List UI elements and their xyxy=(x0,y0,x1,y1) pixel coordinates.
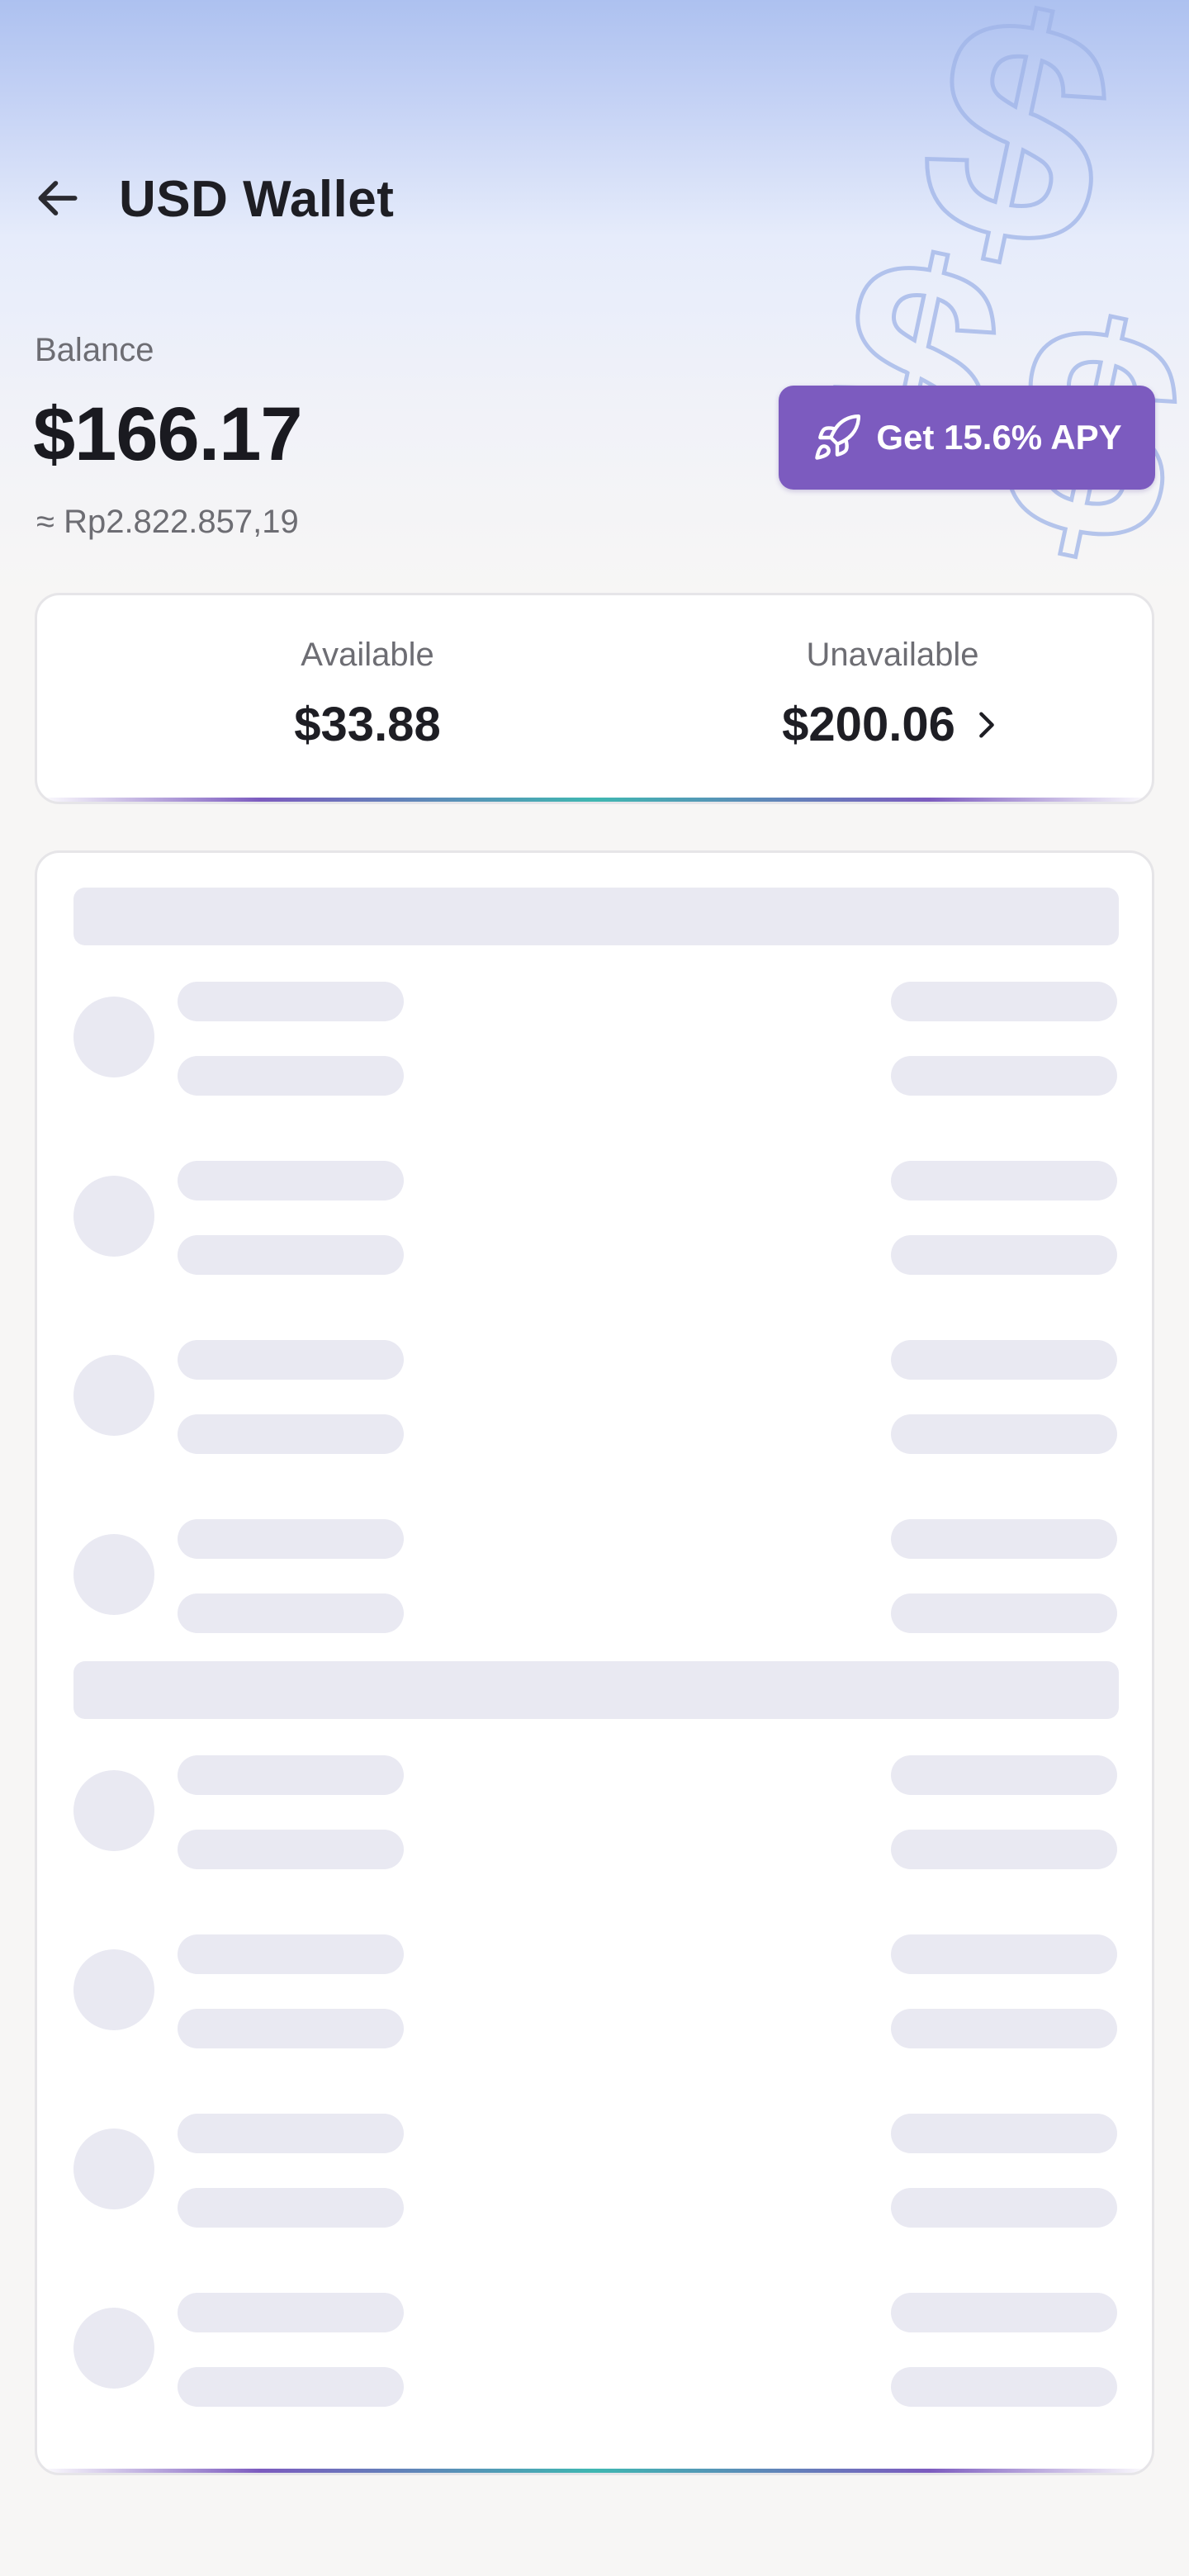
skeleton-subtitle-bar xyxy=(178,1056,404,1096)
top-app-bar: USD Wallet xyxy=(0,149,1189,256)
skeleton-date-bar xyxy=(891,1830,1117,1869)
skeleton-date-bar xyxy=(891,1235,1117,1275)
skeleton-title-bar xyxy=(178,1755,404,1795)
skeleton-subtitle-bar xyxy=(178,1414,404,1454)
get-apy-button[interactable]: Get 15.6% APY xyxy=(779,386,1155,490)
balance-converted-amount: ≈ Rp2.822.857,19 xyxy=(36,504,299,540)
skeleton-amount-bar xyxy=(891,1755,1117,1795)
skeleton-amount-bar xyxy=(891,1340,1117,1380)
skeleton-avatar xyxy=(73,1176,154,1257)
available-value-row: $33.88 xyxy=(294,697,440,752)
skeleton-amount-bar xyxy=(891,982,1117,1021)
card-accent-line xyxy=(37,2469,1152,2473)
available-value: $33.88 xyxy=(294,698,441,751)
skeleton-title-bar xyxy=(178,982,404,1021)
skeleton-subtitle-bar xyxy=(178,2009,404,2048)
chevron-right-icon xyxy=(978,712,994,737)
skeleton-amount-bar xyxy=(891,1934,1117,1974)
skeleton-subtitle-bar xyxy=(178,2367,404,2407)
skeleton-title-bar xyxy=(178,2293,404,2332)
unavailable-value-row: $200.06 xyxy=(782,697,1003,752)
skeleton-date-bar xyxy=(891,2367,1117,2407)
skeleton-amount-bar xyxy=(891,2114,1117,2153)
skeleton-subtitle-bar xyxy=(178,1830,404,1869)
card-accent-line xyxy=(37,798,1152,802)
skeleton-date-bar xyxy=(891,2009,1117,2048)
dollar-sign-decoration-icon: $ $ $ xyxy=(809,0,1189,594)
unavailable-balance-button[interactable]: Unavailable $200.06 xyxy=(628,637,1152,752)
skeleton-date-bar xyxy=(891,2188,1117,2228)
available-balance: Available $33.88 xyxy=(103,637,632,752)
unavailable-value: $200.06 xyxy=(782,698,955,751)
skeleton-title-bar xyxy=(178,1340,404,1380)
transactions-loading-card xyxy=(35,850,1154,2475)
rocket-icon xyxy=(812,412,863,463)
skeleton-avatar xyxy=(73,1949,154,2030)
skeleton-title-bar xyxy=(178,1519,404,1559)
available-label: Available xyxy=(301,637,434,673)
skeleton-date-bar xyxy=(891,1593,1117,1633)
skeleton-subtitle-bar xyxy=(178,1593,404,1633)
get-apy-label: Get 15.6% APY xyxy=(876,418,1122,457)
back-button[interactable] xyxy=(25,165,91,231)
skeleton-section-header xyxy=(73,888,1119,945)
skeleton-avatar xyxy=(73,997,154,1077)
skeleton-amount-bar xyxy=(891,1519,1117,1559)
arrow-left-icon xyxy=(38,181,78,215)
skeleton-title-bar xyxy=(178,1161,404,1200)
skeleton-section-header xyxy=(73,1661,1119,1719)
skeleton-date-bar xyxy=(891,1414,1117,1454)
balance-summary-card: Available $33.88 Unavailable $200.06 xyxy=(35,593,1154,804)
skeleton-title-bar xyxy=(178,2114,404,2153)
skeleton-amount-bar xyxy=(891,1161,1117,1200)
skeleton-avatar xyxy=(73,2308,154,2389)
skeleton-avatar xyxy=(73,1770,154,1851)
skeleton-subtitle-bar xyxy=(178,2188,404,2228)
skeleton-avatar xyxy=(73,2129,154,2209)
balance-label: Balance xyxy=(35,332,154,368)
skeleton-avatar xyxy=(73,1355,154,1436)
skeleton-amount-bar xyxy=(891,2293,1117,2332)
skeleton-date-bar xyxy=(891,1056,1117,1096)
balance-amount: $166.17 xyxy=(33,392,303,476)
page-title: USD Wallet xyxy=(119,171,395,228)
skeleton-avatar xyxy=(73,1534,154,1615)
unavailable-label: Unavailable xyxy=(806,637,979,673)
skeleton-subtitle-bar xyxy=(178,1235,404,1275)
skeleton-title-bar xyxy=(178,1934,404,1974)
